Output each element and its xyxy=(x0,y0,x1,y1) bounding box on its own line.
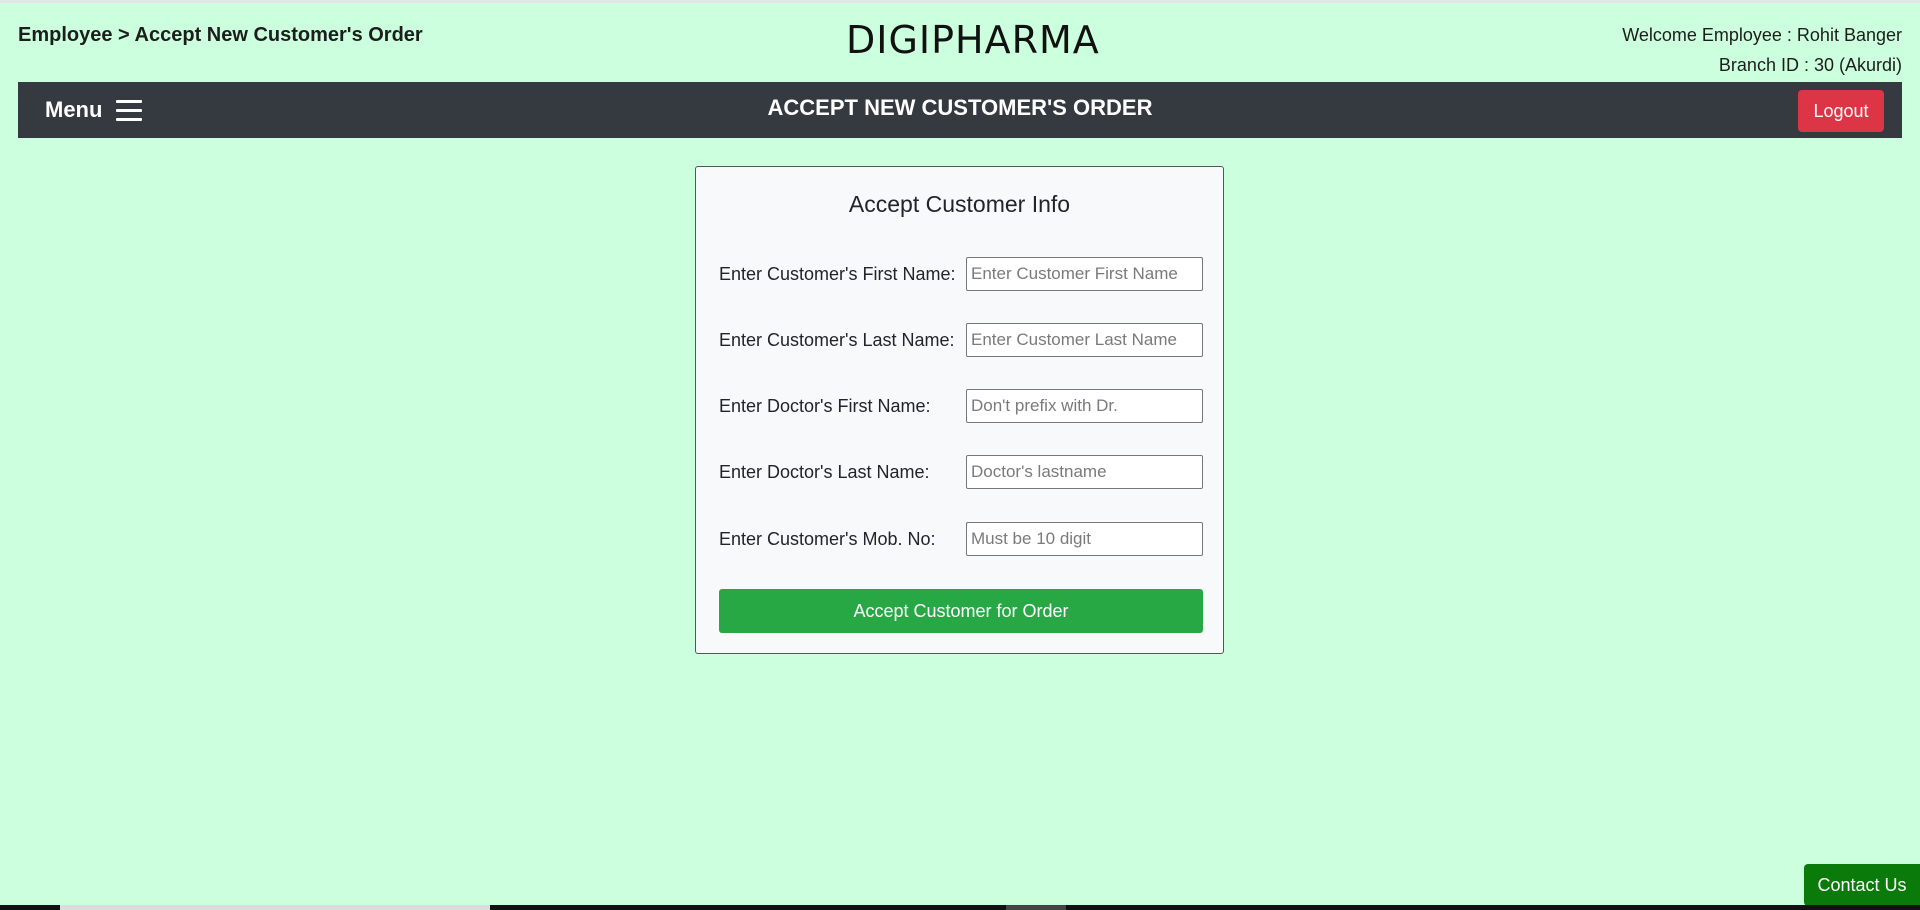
customer-first-name-label: Enter Customer's First Name: xyxy=(719,264,956,284)
form-row-customer-last-name: Enter Customer's Last Name: xyxy=(719,323,1203,357)
brand-logo-text: DIGIPHARMA xyxy=(846,18,1100,62)
contact-us-button[interactable]: Contact Us xyxy=(1804,864,1920,906)
top-border xyxy=(0,0,1920,3)
breadcrumb: Employee > Accept New Customer's Order xyxy=(18,24,423,46)
welcome-employee: Welcome Employee : Rohit Banger xyxy=(1622,25,1902,45)
doctor-last-name-input[interactable] xyxy=(966,455,1203,489)
logout-button[interactable]: Logout xyxy=(1798,90,1884,132)
welcome-info: Welcome Employee : Rohit Banger Branch I… xyxy=(1622,20,1902,80)
form-row-doctor-first-name: Enter Doctor's First Name: xyxy=(719,389,1203,423)
navbar: Menu ACCEPT NEW CUSTOMER'S ORDER Logout xyxy=(18,82,1902,138)
form-row-customer-mobile: Enter Customer's Mob. No: xyxy=(719,522,1203,556)
accept-customer-button[interactable]: Accept Customer for Order xyxy=(719,589,1203,633)
card-title: Accept Customer Info xyxy=(848,191,1071,217)
doctor-first-name-label: Enter Doctor's First Name: xyxy=(719,396,931,416)
doctor-first-name-input[interactable] xyxy=(966,389,1203,423)
page-title: ACCEPT NEW CUSTOMER'S ORDER xyxy=(767,95,1153,120)
customer-mobile-label: Enter Customer's Mob. No: xyxy=(719,529,936,549)
branch-id: Branch ID : 30 (Akurdi) xyxy=(1718,55,1902,75)
customer-last-name-label: Enter Customer's Last Name: xyxy=(719,330,955,350)
customer-last-name-input[interactable] xyxy=(966,323,1203,357)
form-row-doctor-last-name: Enter Doctor's Last Name: xyxy=(719,455,1203,489)
customer-mobile-input[interactable] xyxy=(966,522,1203,556)
form-row-customer-first-name: Enter Customer's First Name: xyxy=(719,257,1203,291)
customer-info-card: Accept Customer Info Enter Customer's Fi… xyxy=(695,166,1224,654)
taskbar-strip xyxy=(0,905,1920,910)
customer-first-name-input[interactable] xyxy=(966,257,1203,291)
doctor-last-name-label: Enter Doctor's Last Name: xyxy=(719,462,930,482)
